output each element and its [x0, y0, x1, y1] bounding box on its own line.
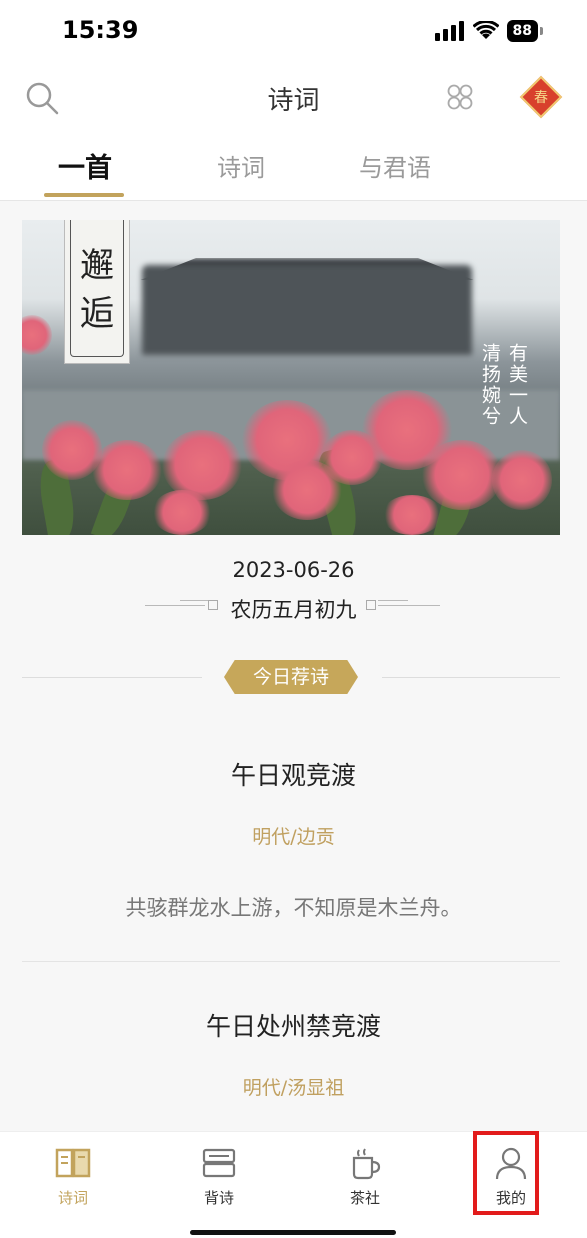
spring-badge-text: 春	[534, 90, 548, 106]
decorative-square-right	[366, 600, 376, 610]
flower	[422, 440, 502, 510]
nav-label-poems: 诗词	[57, 1189, 88, 1207]
cup-icon	[352, 1148, 381, 1180]
banner-verse-left: 清扬婉兮	[479, 343, 501, 427]
recommend-divider-right	[382, 677, 560, 678]
flower	[92, 440, 162, 500]
decorative-line-right	[378, 605, 440, 606]
tab-yujunyu[interactable]: 与君语	[359, 148, 431, 183]
recite-icon	[202, 1148, 236, 1178]
featured-banner[interactable]: 邂 逅 有美一人 清扬婉兮	[22, 220, 560, 535]
recommend-badge: 今日荐诗	[224, 660, 358, 694]
signal-icon	[434, 21, 464, 41]
tab-shici[interactable]: 诗词	[217, 148, 265, 183]
seal-char-1: 邂	[80, 246, 114, 286]
seal-char-2: 逅	[80, 294, 114, 334]
flower	[492, 450, 552, 510]
poem-title[interactable]: 午日处州禁竞渡	[0, 1007, 587, 1043]
flower	[152, 490, 212, 535]
poem-title[interactable]: 午日观竞渡	[0, 756, 587, 792]
recommend-divider-left	[22, 677, 202, 678]
nav-label-teahouse: 茶社	[349, 1189, 380, 1207]
poem-excerpt[interactable]: 共骇群龙水上游，不知原是木兰舟。	[0, 892, 587, 922]
lunar-date-text: 农历五月初九	[230, 598, 357, 622]
date-text: 2023-06-26	[232, 558, 355, 582]
seal-frame	[70, 220, 124, 357]
poem-author[interactable]: 明代/边贡	[0, 822, 587, 849]
poem-author[interactable]: 明代/汤显祖	[0, 1073, 587, 1100]
page-title: 诗词	[267, 86, 320, 116]
nav-item-recite[interactable]: 背诗	[146, 1132, 292, 1232]
nav-item-poems[interactable]: 诗词	[0, 1132, 146, 1232]
flower	[382, 495, 442, 535]
highlight-box	[473, 1131, 539, 1215]
nav-item-teahouse[interactable]: 茶社	[292, 1132, 438, 1232]
nav-label-recite: 背诗	[203, 1189, 234, 1207]
decorative-line-right	[378, 600, 408, 601]
tab-yishou[interactable]: 一首	[58, 146, 112, 185]
status-time: 15:39	[62, 16, 139, 44]
wifi-icon	[472, 21, 499, 39]
banner-building	[142, 265, 472, 355]
book-icon	[55, 1148, 91, 1178]
top-bar: 诗词 春	[0, 66, 587, 128]
flower	[162, 430, 242, 500]
flower-pattern-icon[interactable]	[445, 82, 475, 112]
home-indicator[interactable]	[190, 1230, 396, 1235]
tab-bar: 一首 诗词 与君语	[0, 128, 587, 201]
battery-tip	[540, 27, 543, 35]
status-bar: 15:39 88	[0, 0, 587, 66]
poem-separator	[22, 961, 560, 962]
spring-badge-icon[interactable]: 春	[519, 75, 563, 119]
banner-verse-right: 有美一人	[506, 343, 528, 427]
banner-title-seal: 邂 逅	[64, 220, 130, 364]
active-tab-indicator	[44, 193, 124, 197]
battery-indicator: 88	[506, 20, 538, 42]
status-icons: 88	[434, 20, 543, 42]
